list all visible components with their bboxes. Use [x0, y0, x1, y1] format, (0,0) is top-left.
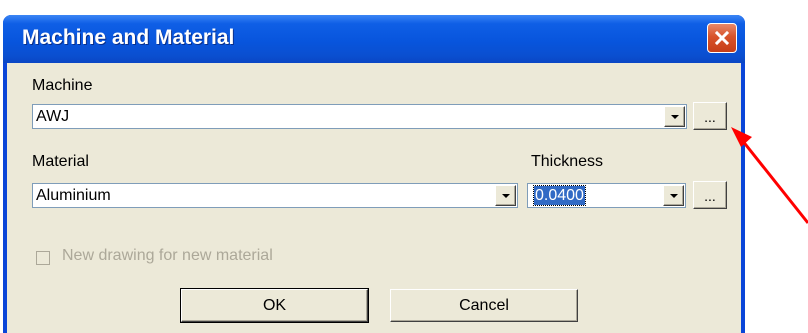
machine-and-material-dialog: Machine and Material Machine AWJ ... Mat… [3, 15, 745, 333]
material-dropdown[interactable]: Aluminium [32, 183, 518, 208]
machine-browse-button[interactable]: ... [693, 102, 727, 130]
thickness-browse-button[interactable]: ... [693, 181, 727, 209]
dialog-body: Machine AWJ ... Material Aluminium Thick… [7, 63, 741, 333]
machine-dropdown-button[interactable] [664, 106, 685, 127]
machine-label: Machine [32, 77, 93, 94]
new-drawing-label: New drawing for new material [62, 247, 273, 264]
thickness-label: Thickness [531, 153, 604, 170]
ok-button[interactable]: OK [180, 288, 369, 323]
material-value: Aluminium [36, 187, 111, 204]
thickness-value: 0.0400 [533, 185, 586, 206]
material-label: Material [32, 153, 89, 170]
thickness-dropdown-button[interactable] [663, 185, 684, 206]
arrow-shaft [740, 139, 808, 224]
title-bar[interactable]: Machine and Material [3, 15, 745, 63]
machine-value: AWJ [36, 108, 70, 125]
machine-dropdown[interactable]: AWJ [32, 104, 687, 129]
chevron-down-icon [670, 115, 679, 119]
cancel-button[interactable]: Cancel [390, 289, 578, 322]
close-icon [714, 30, 730, 46]
close-button[interactable] [707, 23, 737, 53]
chevron-down-icon [669, 194, 678, 198]
thickness-dropdown[interactable]: 0.0400 [527, 183, 686, 208]
chevron-down-icon [501, 194, 510, 198]
dialog-title: Machine and Material [22, 26, 235, 49]
new-drawing-checkbox[interactable] [36, 251, 50, 265]
material-dropdown-button[interactable] [495, 185, 516, 206]
